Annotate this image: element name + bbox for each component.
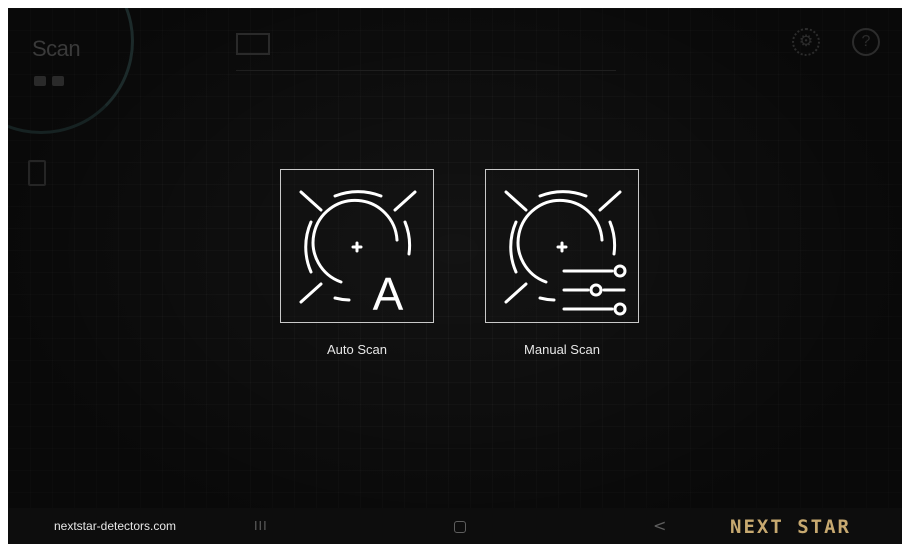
back-button[interactable]: < bbox=[653, 518, 666, 534]
home-button[interactable] bbox=[454, 521, 466, 533]
auto-scan-icon: A bbox=[299, 190, 417, 320]
background-divider bbox=[236, 70, 616, 71]
recents-button[interactable]: III bbox=[254, 518, 268, 534]
background-battery-icon bbox=[52, 76, 64, 86]
website-watermark: nextstar-detectors.com bbox=[54, 519, 177, 533]
manual-scan-icon bbox=[504, 190, 627, 316]
background-page-title: Scan bbox=[32, 36, 81, 61]
background-mode-icon bbox=[236, 33, 270, 55]
background-help-icon: ? bbox=[852, 28, 880, 56]
background-sidebar-icon bbox=[28, 160, 46, 186]
auto-scan-letter: A bbox=[373, 268, 404, 320]
brand-logo: NEXT STAR bbox=[730, 516, 851, 538]
bottom-navigation-bar: nextstar-detectors.com III < NEXT STAR bbox=[8, 508, 902, 544]
scan-mode-screen: Scan ⚙ ? A Auto Scan Manual Scan nextsta… bbox=[8, 8, 902, 544]
manual-scan-label: Manual Scan bbox=[524, 342, 600, 357]
manual-scan-button[interactable] bbox=[485, 169, 639, 323]
auto-scan-label: Auto Scan bbox=[327, 342, 387, 357]
background-settings-icon: ⚙ bbox=[792, 28, 820, 56]
auto-scan-button[interactable]: A bbox=[280, 169, 434, 323]
background-sensor-icon bbox=[34, 76, 46, 86]
background-vignette bbox=[8, 8, 902, 544]
